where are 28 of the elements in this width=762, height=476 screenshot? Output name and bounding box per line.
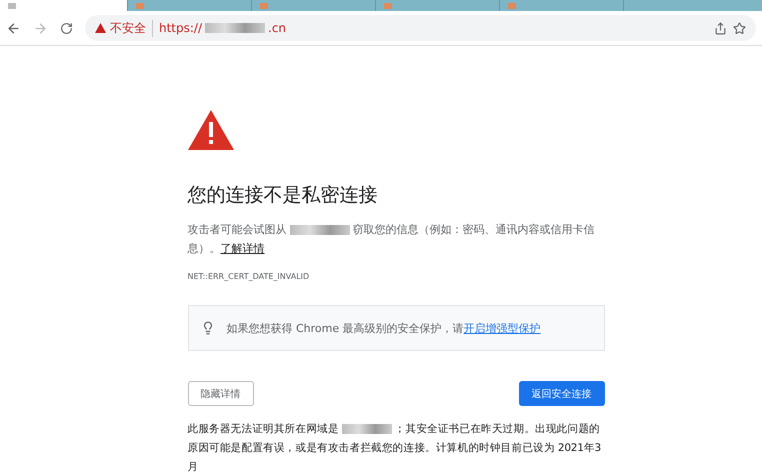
warning-icon [188, 110, 234, 150]
reload-icon[interactable] [60, 22, 73, 34]
details-text: 此服务器无法证明其所在网域是 ；其安全证书已在昨天过期。出现此问题的原因可能是配置有误，或是有攻击者拦截您的连接。计算机的时钟目前已设为 2021年3月 [188, 422, 602, 475]
redacted-text [342, 424, 392, 434]
back-to-safety-button[interactable]: 返回安全连接 [518, 381, 604, 406]
learn-more-link[interactable]: 了解详情 [220, 242, 264, 255]
warning-message: 攻击者可能会试图从 窃取您的信息（例如：密码、通讯内容或信用卡信息）。了解详情 [188, 222, 596, 257]
bookmark-star-icon[interactable] [733, 22, 746, 34]
redacted-text [205, 23, 266, 33]
url-text: https:// .cn [159, 21, 286, 35]
security-warning[interactable]: 不安全 [95, 20, 153, 36]
redacted-text [290, 224, 350, 235]
favicon-icon [8, 2, 16, 8]
protection-text: 如果您想获得 Chrome 最高级别的安全保护，请开启增强型保护 [226, 320, 541, 336]
address-bar[interactable]: 不安全 https:// .cn [85, 15, 756, 41]
enhanced-protection-link[interactable]: 开启增强型保护 [464, 322, 541, 334]
warning-icon [95, 23, 106, 33]
favicon-icon [136, 2, 144, 8]
favicon-icon [260, 2, 268, 8]
share-icon[interactable] [714, 22, 727, 34]
browser-tab[interactable] [0, 0, 128, 11]
error-code: NET::ERR_CERT_DATE_INVALID [188, 272, 310, 281]
forward-icon[interactable] [33, 20, 48, 36]
back-icon[interactable] [6, 20, 21, 36]
favicon-icon [508, 2, 516, 8]
hide-details-button[interactable]: 隐藏详情 [188, 381, 254, 406]
favicon-icon [384, 2, 392, 8]
page-title: 您的连接不是私密连接 [188, 183, 378, 208]
